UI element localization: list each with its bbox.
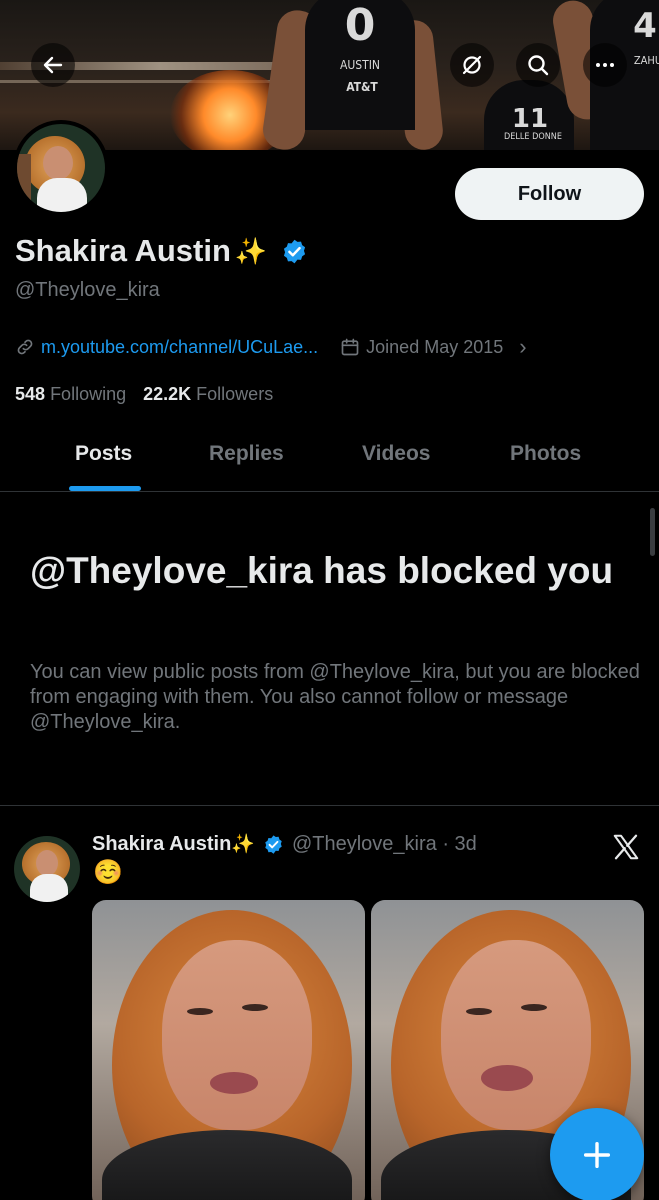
photo-eye	[242, 1004, 268, 1011]
profile-joined[interactable]: Joined May 2015 ›	[340, 334, 527, 360]
photo-face	[162, 940, 312, 1130]
back-arrow-icon	[43, 56, 63, 74]
calendar-icon	[341, 338, 359, 356]
profile-avatar[interactable]	[13, 120, 109, 216]
profile-tabs: Posts Replies Videos Photos	[0, 420, 659, 492]
post-handle-time: @Theylove_kira · 3d	[291, 832, 477, 855]
profile-website-link[interactable]: m.youtube.com/channel/UCuLae...	[41, 337, 318, 358]
link-icon	[17, 339, 33, 355]
x-logo-icon[interactable]	[611, 832, 641, 862]
jersey-sponsor: AT&T	[346, 80, 378, 94]
avatar-shirt	[30, 874, 68, 902]
profile-banner[interactable]: 0 AUSTIN AT&T 11 DELLE DONNE 4 ZAHU	[0, 0, 659, 150]
joined-date: Joined May 2015	[366, 336, 504, 357]
following-label: Following	[50, 384, 127, 404]
scrollbar[interactable]	[650, 508, 655, 556]
back-button[interactable]	[31, 43, 75, 87]
active-tab-indicator	[69, 486, 141, 491]
chevron-right-icon: ›	[519, 334, 527, 359]
search-button[interactable]	[516, 43, 560, 87]
followers-count: 22.2K	[143, 384, 192, 404]
photo-eye	[521, 1004, 547, 1011]
following-stat[interactable]: 548 Following	[15, 384, 126, 405]
jersey-number: 4	[633, 6, 657, 46]
post-author-avatar[interactable]	[14, 836, 80, 902]
post-author-name[interactable]: Shakira Austin	[92, 833, 231, 856]
photo-lips	[210, 1072, 258, 1094]
verified-badge-icon[interactable]	[263, 834, 284, 855]
avatar-face	[43, 146, 73, 180]
photo-lips	[481, 1065, 533, 1091]
jersey-name: AUSTIN	[340, 58, 380, 72]
grok-button[interactable]	[450, 43, 494, 87]
jersey-number: 0	[344, 0, 376, 51]
post-text: ☺️	[93, 859, 123, 886]
blocked-description: You can view public posts from @Theylove…	[30, 661, 640, 733]
search-icon	[528, 55, 549, 76]
name-emoji: ✨	[234, 235, 268, 266]
followers-label: Followers	[196, 384, 274, 404]
jersey-number: 11	[511, 104, 549, 134]
section-divider	[0, 805, 659, 806]
tab-photos[interactable]: Photos	[510, 442, 581, 466]
profile-stats: 548 Following 22.2K Followers	[15, 384, 273, 405]
profile-handle: @Theylove_kira	[15, 279, 160, 301]
post-name-emoji: ✨	[231, 834, 255, 855]
followers-stat[interactable]: 22.2K Followers	[143, 384, 273, 405]
more-button[interactable]	[583, 43, 627, 87]
grok-icon	[462, 55, 482, 75]
tab-videos[interactable]: Videos	[362, 442, 430, 466]
compose-post-button[interactable]	[550, 1108, 644, 1200]
verified-badge-icon[interactable]	[281, 238, 308, 265]
profile-name-row: Shakira Austin ✨	[15, 233, 308, 269]
avatar-shirt	[37, 178, 87, 212]
plus-icon	[583, 1141, 611, 1169]
jersey-name: ZAHU	[633, 54, 659, 67]
avatar-background-wood	[17, 154, 31, 212]
more-icon	[596, 63, 614, 67]
photo-eye	[187, 1008, 213, 1015]
post-header: Shakira Austin ✨ @Theylove_kira · 3d	[92, 832, 477, 856]
post-photo-1[interactable]	[92, 900, 365, 1200]
following-count: 548	[15, 384, 46, 404]
profile-name: Shakira Austin	[15, 233, 231, 268]
jersey-name: DELLE DONNE	[504, 132, 562, 142]
profile-meta: m.youtube.com/channel/UCuLae... Joined M…	[15, 334, 527, 360]
photo-face	[441, 940, 591, 1130]
blocked-title: @Theylove_kira has blocked you	[30, 550, 614, 591]
avatar-face	[36, 850, 58, 876]
tab-posts[interactable]: Posts	[75, 442, 132, 466]
follow-button[interactable]: Follow	[455, 168, 644, 220]
tab-replies[interactable]: Replies	[209, 442, 284, 466]
photo-eye	[466, 1008, 492, 1015]
